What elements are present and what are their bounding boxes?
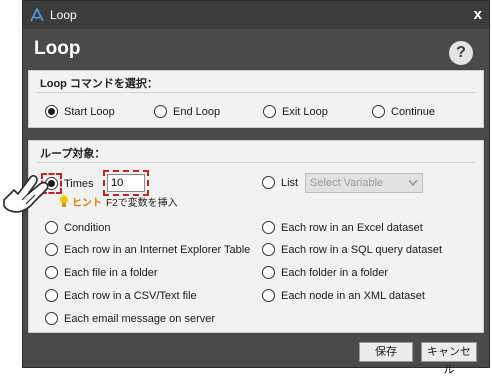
radio-list[interactable]: List [262, 176, 298, 189]
radio-excel-row[interactable]: Each row in an Excel dataset [262, 221, 423, 234]
divider [37, 92, 475, 93]
radio-label: List [281, 176, 299, 189]
loop-target-panel: ループ対象： Times ヒント F2で変数を挿入 List Select Va… [28, 140, 484, 333]
radio-csv-row[interactable]: Each row in a CSV/Text file [45, 289, 197, 302]
radio-button[interactable] [45, 266, 58, 279]
radio-sql-row[interactable]: Each row in a SQL query dataset [262, 243, 442, 256]
radio-button[interactable] [45, 289, 58, 302]
radio-end-loop[interactable]: End Loop [154, 105, 220, 118]
radio-label: Start Loop [64, 105, 115, 118]
hint-label: ヒント [72, 198, 102, 209]
radio-label: Each folder in a folder [281, 266, 389, 279]
radio-label: Each email message on server [64, 312, 216, 325]
app-logo-icon [30, 7, 44, 22]
radio-folder-in-folder[interactable]: Each folder in a folder [262, 266, 388, 279]
radio-label: Each row in an Internet Explorer Table [64, 243, 251, 256]
loop-command-title: Loop コマンドを選択： [40, 78, 158, 90]
radio-button[interactable] [262, 243, 275, 256]
radio-button[interactable] [263, 105, 276, 118]
radio-label: Condition [64, 221, 111, 234]
close-button[interactable]: x [474, 6, 482, 23]
radio-exit-loop[interactable]: Exit Loop [263, 105, 328, 118]
radio-continue[interactable]: Continue [372, 105, 435, 118]
radio-label: End Loop [173, 105, 221, 118]
help-icon[interactable]: ? [449, 41, 473, 65]
radio-button[interactable] [45, 243, 58, 256]
page-title: Loop [34, 38, 81, 59]
radio-button[interactable] [45, 312, 58, 325]
radio-label: Each node in an XML dataset [281, 289, 425, 302]
hint: ヒント F2で変数を挿入 [59, 194, 178, 209]
radio-xml-node[interactable]: Each node in an XML dataset [262, 289, 425, 302]
save-button[interactable]: 保存 [359, 342, 413, 362]
radio-button[interactable] [154, 105, 167, 118]
radio-button[interactable] [262, 176, 275, 189]
divider [37, 162, 475, 163]
radio-condition[interactable]: Condition [45, 221, 110, 234]
hand-pointer-icon [3, 174, 49, 213]
chevron-down-icon [409, 180, 417, 186]
loop-command-panel: Loop コマンドを選択： Start Loop End Loop Exit L… [28, 70, 484, 128]
radio-start-loop[interactable]: Start Loop [45, 105, 115, 118]
select-placeholder: Select Variable [310, 177, 384, 189]
radio-ie-table[interactable]: Each row in an Internet Explorer Table [45, 243, 250, 256]
radio-button[interactable] [45, 221, 58, 234]
radio-label: Each row in a CSV/Text file [64, 289, 197, 302]
radio-label: Each row in a SQL query dataset [281, 243, 443, 256]
radio-button[interactable] [45, 105, 58, 118]
times-input[interactable] [107, 174, 145, 192]
radio-button[interactable] [262, 221, 275, 234]
radio-button[interactable] [262, 266, 275, 279]
cancel-button[interactable]: キャンセル [421, 342, 477, 376]
variable-select[interactable]: Select Variable [305, 173, 423, 193]
radio-label: Continue [391, 105, 436, 118]
radio-label: Exit Loop [282, 105, 328, 118]
radio-button[interactable] [372, 105, 385, 118]
radio-label: Each file in a folder [64, 266, 158, 279]
window-title: Loop [50, 8, 77, 22]
radio-file-in-folder[interactable]: Each file in a folder [45, 266, 158, 279]
hint-text: F2で変数を挿入 [106, 198, 178, 209]
radio-label: Times [64, 177, 94, 190]
radio-label: Each row in an Excel dataset [281, 221, 423, 234]
loop-target-title: ループ対象： [40, 148, 106, 160]
loop-dialog: Loop x Loop ? Loop コマンドを選択： Start Loop E… [22, 0, 490, 376]
radio-email-message[interactable]: Each email message on server [45, 312, 215, 325]
radio-button[interactable] [262, 289, 275, 302]
lightbulb-icon [60, 195, 68, 207]
title-bar: Loop x [23, 1, 489, 29]
